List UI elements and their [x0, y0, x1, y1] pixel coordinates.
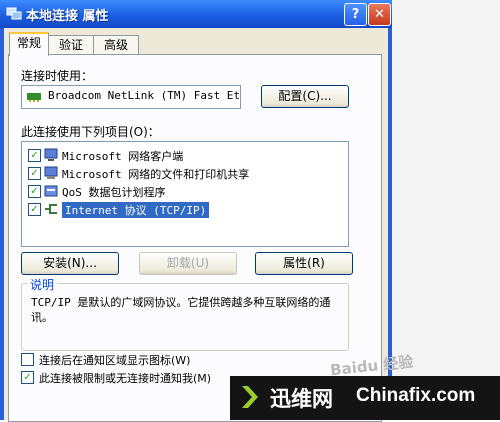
tab-advanced[interactable]: 高级 [93, 35, 139, 54]
adapter-name: Broadcom NetLink (TM) Fast Eth [48, 89, 241, 102]
checkbox-notify[interactable]: ✓ [21, 371, 34, 384]
checkbox-show-icon[interactable] [21, 353, 34, 366]
network-connection-icon [6, 7, 22, 20]
general-tab-panel: 连接时使用： Broadcom NetLink (TM) Fast Eth 配置… [8, 54, 382, 422]
configure-button[interactable]: 配置(C)... [261, 85, 349, 108]
checkbox-qos-scheduler[interactable]: ✓ [28, 185, 41, 198]
close-button[interactable]: ✕ [368, 3, 391, 26]
components-list[interactable]: ✓ Microsoft 网络客户端 ✓ Microsoft 网络的文件和打印机共… [21, 141, 349, 247]
list-item[interactable]: ✓ Microsoft 网络客户端 [26, 146, 344, 164]
chevron-logo-icon [242, 386, 258, 408]
connect-using-label: 连接时使用： [21, 69, 94, 83]
uninstall-button[interactable]: 卸载(U) [139, 252, 237, 275]
notify-label: 此连接被限制或无连接时通知我(M) [39, 372, 212, 385]
network-client-icon [44, 148, 58, 161]
list-item[interactable]: ✓ Internet 协议 (TCP/IP) [26, 200, 344, 218]
tab-authentication[interactable]: 验证 [48, 35, 94, 54]
list-item-label: Microsoft 网络的文件和打印机共享 [62, 168, 250, 181]
checkbox-tcp-ip[interactable]: ✓ [28, 203, 41, 216]
properties-window: 本地连接 属性 ? ✕ 常规 验证 高级 连接时使用： Broadcom Net… [0, 0, 392, 422]
checkbox-network-client[interactable]: ✓ [28, 149, 41, 162]
network-adapter-icon [27, 93, 41, 102]
file-printer-sharing-icon [44, 166, 58, 179]
list-item-label: QoS 数据包计划程序 [62, 186, 166, 199]
title-bar[interactable]: 本地连接 属性 ? ✕ [0, 0, 392, 28]
properties-button[interactable]: 属性(R) [255, 252, 353, 275]
protocol-icon [45, 204, 57, 214]
description-text: TCP/IP 是默认的广域网协议。它提供跨越多种互联网络的通讯。 [31, 296, 331, 324]
window-title: 本地连接 属性 [26, 9, 109, 24]
adapter-field: Broadcom NetLink (TM) Fast Eth [21, 85, 241, 109]
list-item-label: Internet 协议 (TCP/IP) [62, 202, 210, 218]
show-icon-label: 连接后在通知区域显示图标(W) [39, 354, 191, 367]
list-item[interactable]: ✓ QoS 数据包计划程序 [26, 182, 344, 200]
install-button[interactable]: 安装(N)... [21, 252, 119, 275]
qos-scheduler-icon [44, 185, 58, 197]
list-item[interactable]: ✓ Microsoft 网络的文件和打印机共享 [26, 164, 344, 182]
brand-chinese: 迅维网 [270, 387, 333, 411]
description-title: 说明 [27, 276, 58, 293]
brand-english: Chinafix.com [356, 385, 476, 406]
site-banner: 迅维网 Chinafix.com [230, 376, 500, 420]
tab-general[interactable]: 常规 [9, 32, 49, 56]
list-item-label: Microsoft 网络客户端 [62, 150, 184, 163]
checkbox-file-printer-sharing[interactable]: ✓ [28, 167, 41, 180]
items-label: 此连接使用下列项目(O)： [21, 125, 160, 139]
help-button[interactable]: ? [344, 3, 367, 26]
